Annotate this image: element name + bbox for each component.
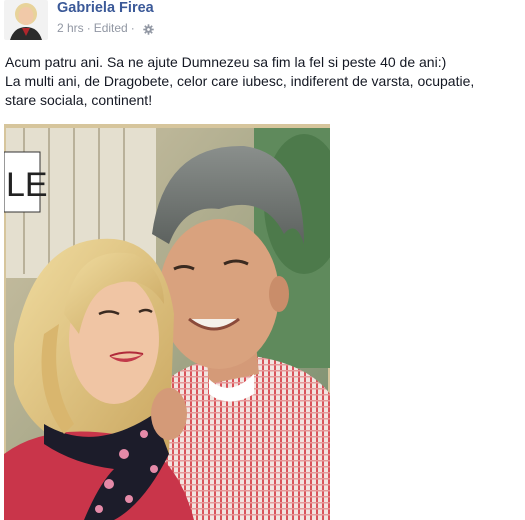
post-timestamp[interactable]: 2 hrs: [57, 20, 84, 36]
message-line-3: stare sociala, continent!: [5, 92, 153, 108]
post-photo[interactable]: LE: [4, 124, 330, 520]
message-line-1: Acum patru ani. Sa ne ajute Dumnezeu sa …: [5, 54, 447, 70]
gear-icon[interactable]: [142, 23, 154, 35]
meta-separator-2: ·: [130, 21, 135, 35]
author-name-link[interactable]: Gabriela Firea: [57, 0, 154, 16]
post-meta: 2 hrs · Edited ·: [57, 20, 154, 36]
author-avatar[interactable]: [4, 0, 48, 40]
post-message: Acum patru ani. Sa ne ajute Dumnezeu sa …: [5, 53, 523, 110]
photo-sign-text: LE: [6, 166, 48, 204]
edited-label[interactable]: Edited: [94, 20, 128, 36]
meta-separator: ·: [86, 21, 91, 35]
facebook-post: Gabriela Firea 2 hrs · Edited · Acum pat…: [0, 0, 525, 520]
message-line-2: La multi ani, de Dragobete, celor care i…: [5, 73, 475, 89]
